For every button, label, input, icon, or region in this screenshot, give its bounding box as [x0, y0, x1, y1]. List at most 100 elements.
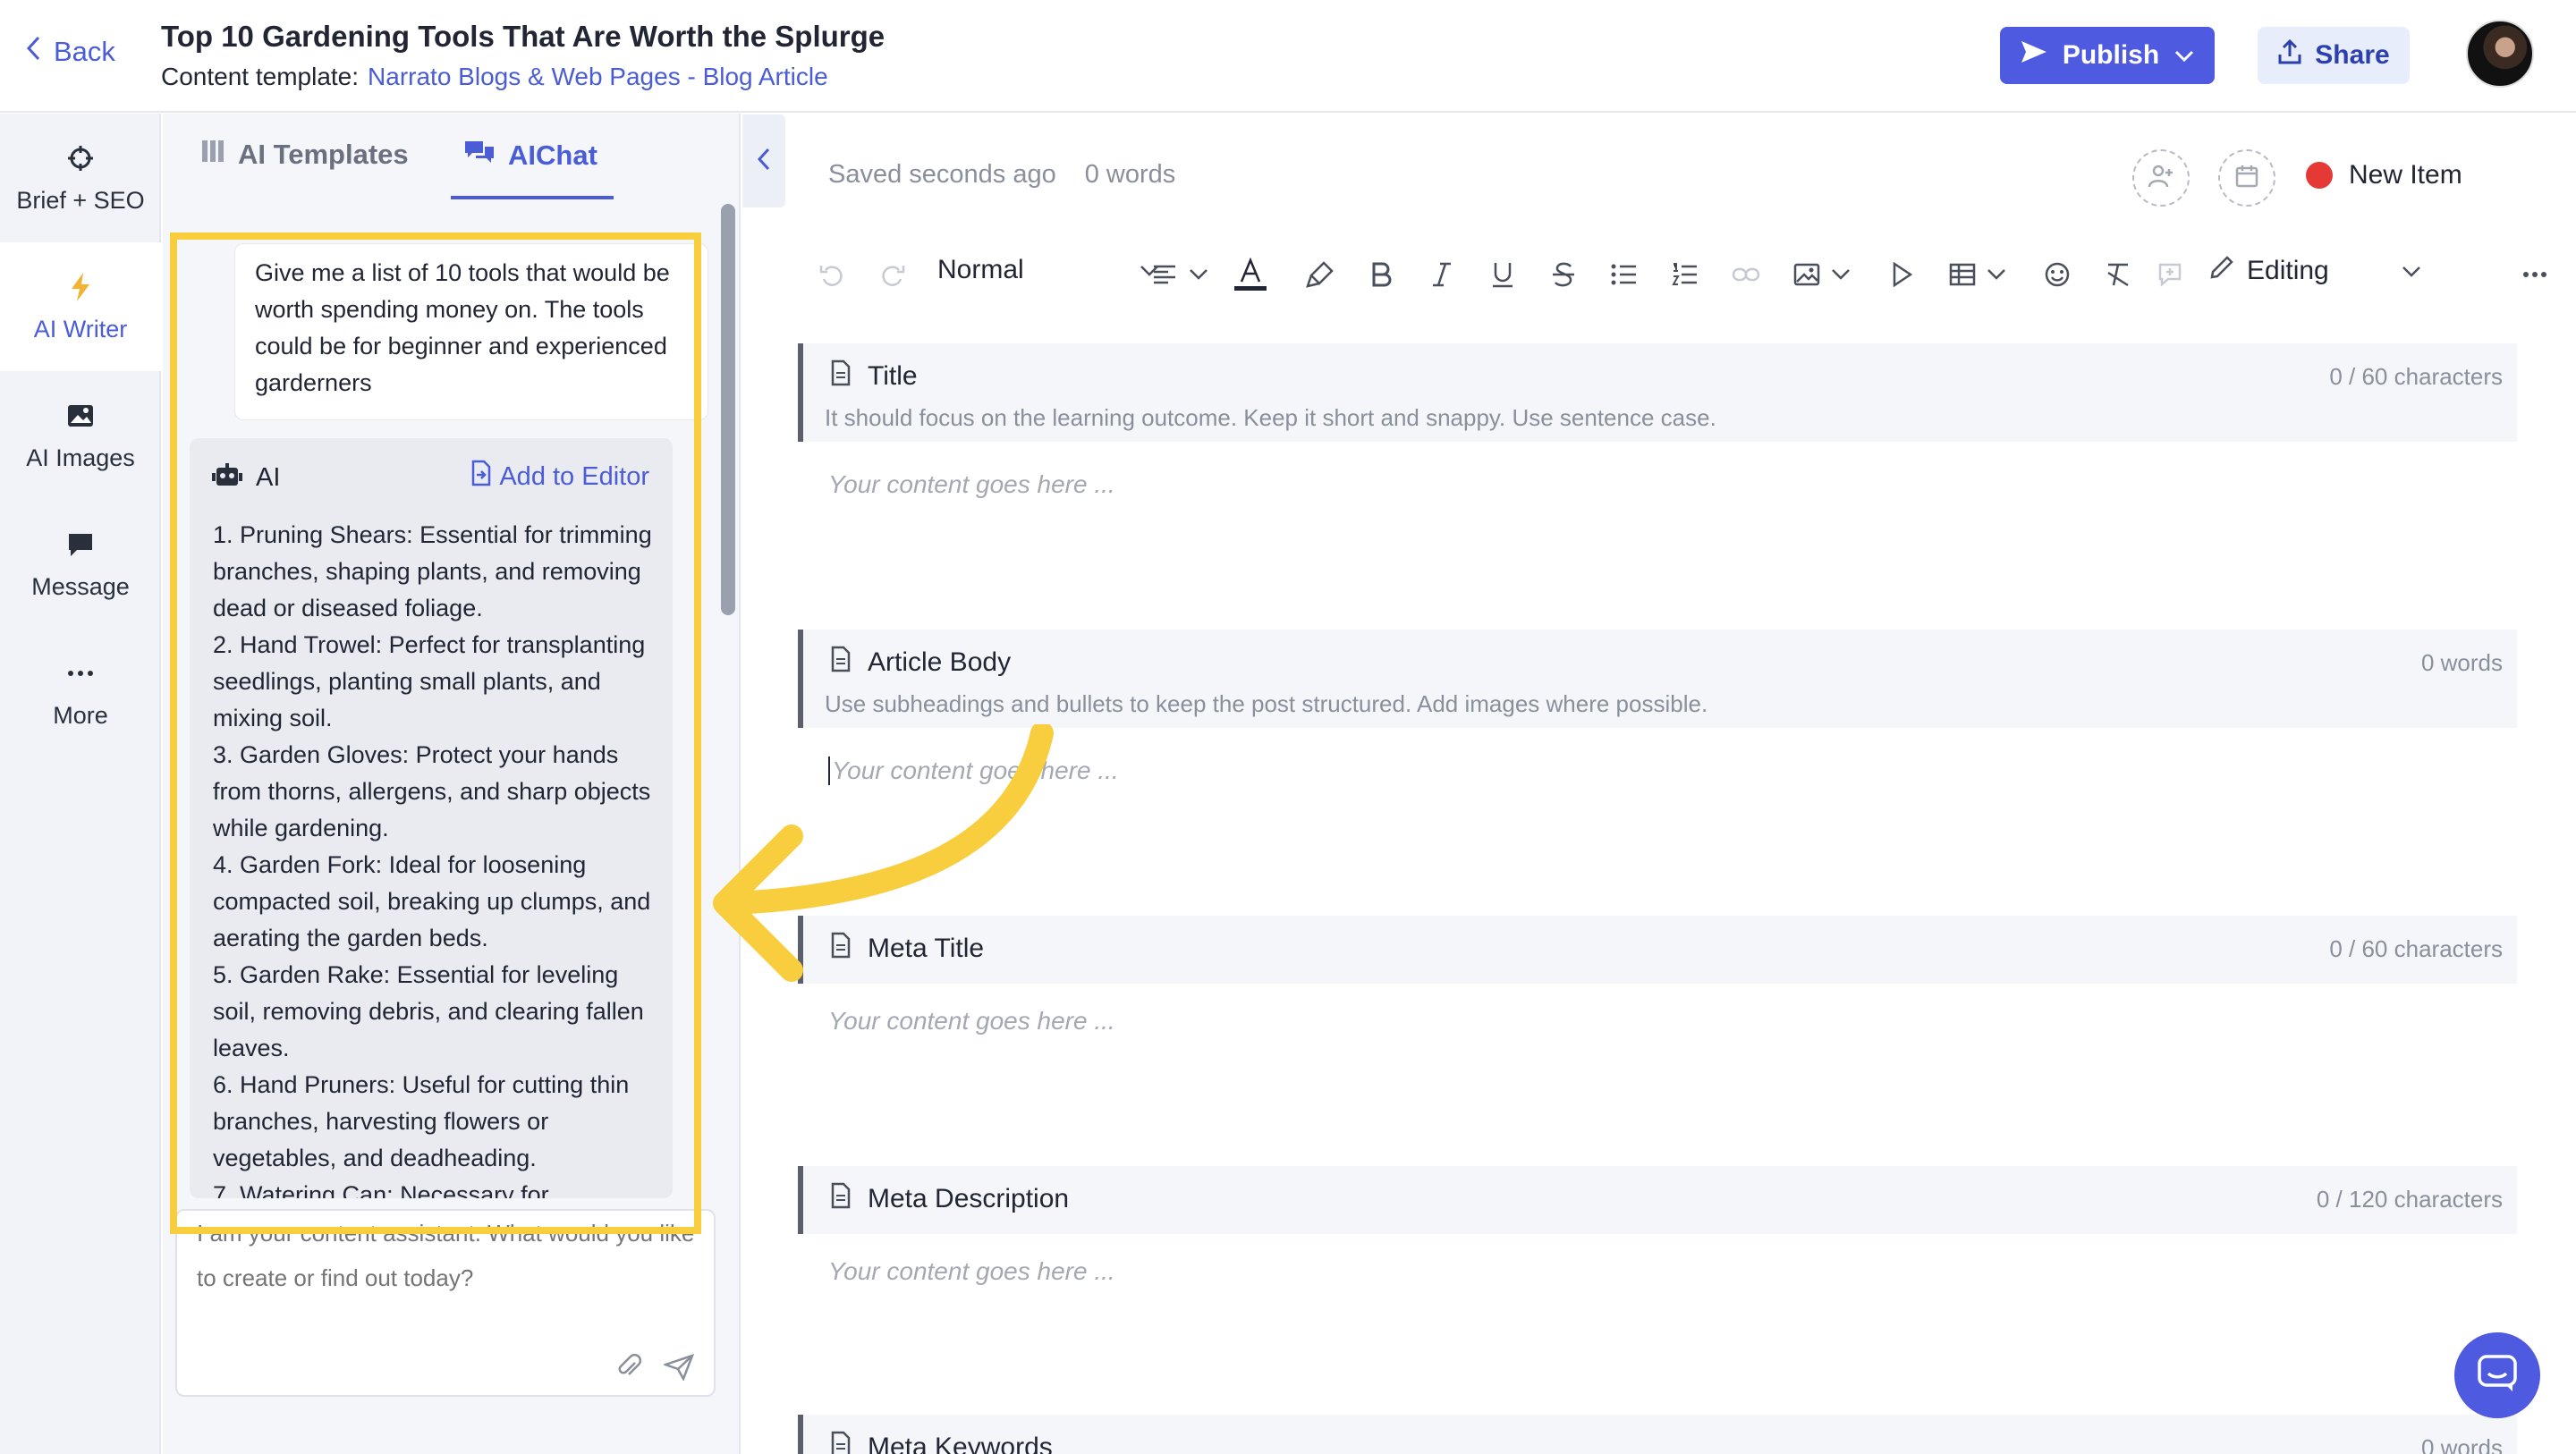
chevron-down-icon — [2401, 256, 2422, 286]
publish-button[interactable]: Publish — [2000, 27, 2215, 84]
section-count: 0 words — [2420, 649, 2503, 676]
template-grid-icon — [200, 139, 225, 171]
tab-label: AIChat — [508, 139, 597, 171]
template-link[interactable]: Narrato Blogs & Web Pages - Blog Article — [368, 63, 828, 90]
tab-label: AI Templates — [238, 139, 409, 170]
table-icon[interactable] — [1945, 257, 1980, 292]
list-item: 4. Garden Fork: Ideal for loosening comp… — [213, 851, 651, 951]
section-count: 0 / 60 characters — [2329, 363, 2503, 390]
section-title-label: Meta Title — [830, 932, 984, 966]
align-icon[interactable] — [1147, 257, 1182, 292]
bullet-list-icon[interactable] — [1606, 257, 1642, 292]
list-item: 6. Hand Pruners: Useful for cutting thin… — [213, 1071, 630, 1171]
user-avatar[interactable] — [2466, 20, 2534, 88]
pencil-icon — [2209, 255, 2234, 287]
chevron-down-icon[interactable] — [1979, 257, 2014, 292]
numbered-list-icon[interactable] — [1667, 257, 1703, 292]
text-style-select[interactable]: Normal — [937, 255, 1160, 285]
section-title-label: Meta Description — [830, 1182, 1069, 1216]
rail-item-label: AI Images — [26, 444, 135, 471]
add-document-icon — [470, 460, 492, 494]
rail-item-ai-writer[interactable]: AI Writer — [0, 242, 161, 371]
chevron-left-icon — [25, 36, 41, 68]
emoji-icon[interactable] — [2039, 257, 2075, 292]
strikethrough-icon[interactable] — [1546, 257, 1581, 292]
chat-input-box — [175, 1209, 716, 1397]
add-to-editor-button[interactable]: Add to Editor — [470, 460, 649, 494]
back-label: Back — [54, 36, 115, 67]
ai-response-card: AI Add to Editor 1. Pruning Shears: Esse… — [190, 438, 673, 1198]
upload-icon — [2277, 38, 2302, 72]
redo-icon[interactable] — [875, 257, 911, 292]
chevron-down-icon[interactable] — [1823, 257, 1859, 292]
workflow-state[interactable]: New Item — [2306, 160, 2462, 190]
section-count: 0 words — [2420, 1434, 2503, 1454]
editor-status: Saved seconds ago 0 words — [828, 160, 1175, 190]
section-content-input[interactable]: Your content goes here ... — [828, 757, 1119, 785]
bold-icon[interactable] — [1363, 257, 1399, 292]
text-color-icon[interactable] — [1233, 257, 1268, 292]
panel-tabs: AI Templates AIChat — [163, 114, 741, 199]
collapse-panel-button[interactable] — [742, 114, 785, 207]
comment-add-icon[interactable] — [2152, 257, 2188, 292]
highlight-icon[interactable] — [1302, 257, 1338, 292]
chat-bubble-icon — [2477, 1354, 2518, 1398]
chevron-down-icon — [2174, 40, 2195, 71]
bolt-icon — [64, 271, 97, 303]
text-style-value: Normal — [937, 255, 1024, 284]
document-icon — [830, 932, 852, 966]
section-name: Meta Description — [868, 1184, 1070, 1213]
due-date-button[interactable] — [2218, 149, 2275, 207]
clear-format-icon[interactable] — [2100, 257, 2136, 292]
play-video-icon[interactable] — [1884, 257, 1919, 292]
rail-item-ai-images[interactable]: AI Images — [0, 371, 161, 500]
section-content-input[interactable]: Your content goes here ... — [828, 470, 1115, 499]
section-content-input[interactable]: Your content goes here ... — [828, 1257, 1115, 1286]
chat-icon — [463, 139, 496, 173]
section-title-label: Article Body — [830, 646, 1011, 680]
more-options-icon[interactable] — [2517, 257, 2553, 292]
support-chat-button[interactable] — [2454, 1332, 2540, 1418]
publish-label: Publish — [2062, 40, 2160, 70]
chevron-down-icon[interactable] — [1181, 257, 1216, 292]
section-hint: It should focus on the learning outcome.… — [825, 404, 1716, 431]
section-content-input[interactable]: Your content goes here ... — [828, 1007, 1115, 1036]
rail-item-label: Brief + SEO — [16, 186, 145, 214]
ai-response-text: 1. Pruning Shears: Essential for trimmin… — [213, 517, 660, 1198]
back-button[interactable]: Back — [25, 36, 115, 68]
tab-ai-templates[interactable]: AI Templates — [200, 139, 409, 171]
document-icon — [830, 1182, 852, 1216]
image-icon — [64, 400, 97, 432]
chat-input[interactable] — [197, 1211, 698, 1345]
link-icon[interactable] — [1728, 257, 1764, 292]
tab-aichat[interactable]: AIChat — [463, 139, 597, 173]
insert-image-icon[interactable] — [1789, 257, 1825, 292]
share-button[interactable]: Share — [2258, 27, 2410, 84]
section-header: Meta Keywords 0 words — [798, 1415, 2517, 1454]
left-rail: Brief + SEO AI Writer AI Images Message … — [0, 114, 161, 1454]
editing-mode-select[interactable]: Editing — [2209, 255, 2422, 287]
list-item: 3. Garden Gloves: Protect your hands fro… — [213, 741, 651, 841]
section-count: 0 / 120 characters — [2316, 1186, 2503, 1213]
chat-bubble-icon — [64, 528, 97, 561]
add-to-editor-label: Add to Editor — [499, 461, 649, 491]
undo-icon[interactable] — [814, 257, 850, 292]
rail-item-brief-seo[interactable]: Brief + SEO — [0, 114, 161, 242]
section-count: 0 / 60 characters — [2329, 935, 2503, 962]
send-icon[interactable] — [662, 1353, 695, 1385]
user-message: Give me a list of 10 tools that would be… — [234, 243, 708, 420]
chat-scrollbar[interactable] — [721, 204, 735, 615]
section-header: Article Body Use subheadings and bullets… — [798, 630, 2517, 728]
paperclip-icon[interactable] — [615, 1353, 642, 1385]
ai-response-header: AI Add to Editor — [211, 460, 658, 495]
chevron-left-icon — [757, 148, 771, 175]
underline-icon[interactable] — [1485, 257, 1521, 292]
rail-item-more[interactable]: More — [0, 629, 161, 757]
more-dots-icon — [64, 657, 97, 689]
word-count: 0 words — [1084, 160, 1176, 189]
ai-name: AI — [256, 462, 281, 492]
assign-user-button[interactable] — [2132, 149, 2190, 207]
rail-item-message[interactable]: Message — [0, 500, 161, 629]
italic-icon[interactable] — [1424, 257, 1460, 292]
top-header: Back Top 10 Gardening Tools That Are Wor… — [0, 0, 2576, 113]
